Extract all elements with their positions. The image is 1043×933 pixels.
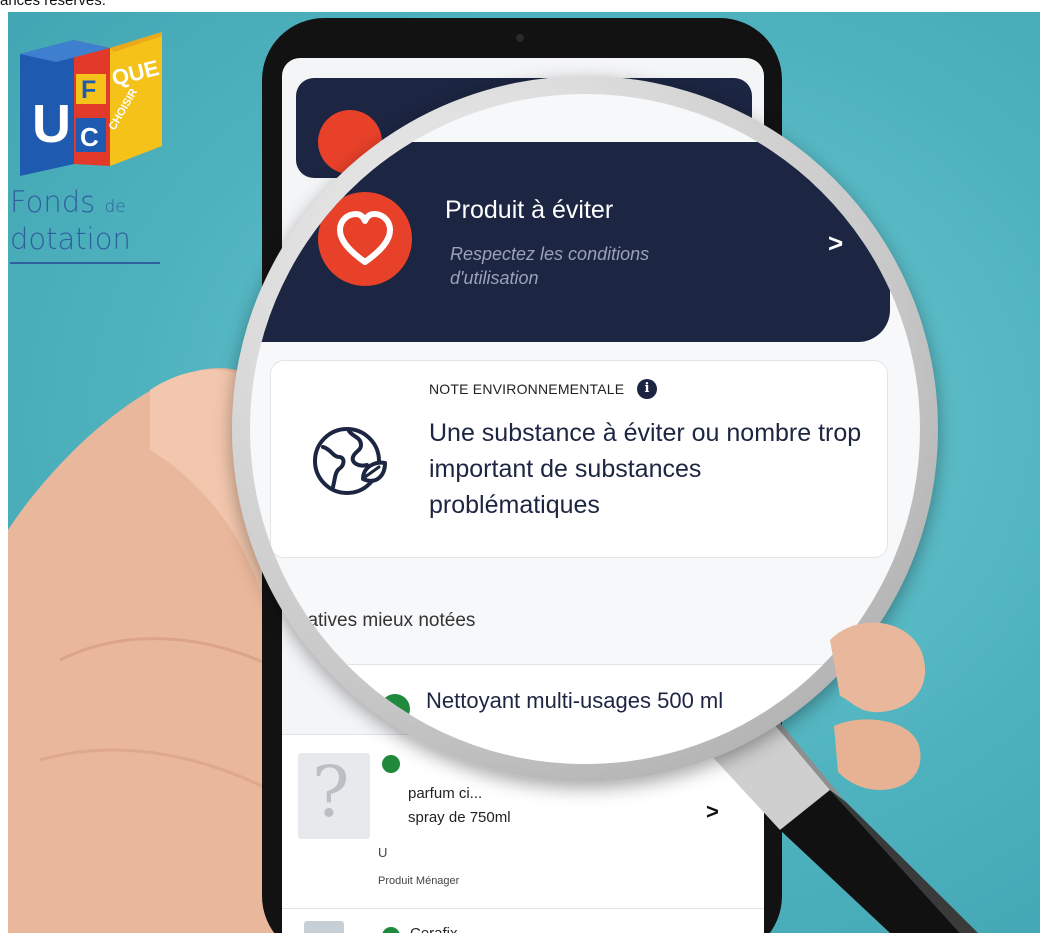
alternative-name-line1: parfum ci... bbox=[408, 785, 483, 802]
logo-underline bbox=[10, 262, 160, 264]
chevron-right-icon[interactable]: > bbox=[828, 228, 843, 259]
logo-fonds: Fonds bbox=[10, 185, 96, 219]
alternative-name-line2: spray de 750ml bbox=[408, 809, 511, 826]
logo-letter-u: U bbox=[32, 94, 71, 154]
alternative-brand: U bbox=[378, 845, 388, 860]
info-icon[interactable]: i bbox=[637, 379, 657, 399]
photo-scene: ances réservés. U F C QUE CHOISIR Fonds … bbox=[0, 0, 1043, 933]
heart-icon bbox=[318, 192, 412, 286]
product-thumbnail bbox=[304, 921, 344, 933]
logo-cube-icon: U F C QUE CHOISIR bbox=[20, 32, 162, 176]
logo-de: de bbox=[104, 197, 126, 217]
ufc-que-choisir-logo: U F C QUE CHOISIR Fonds de dotation bbox=[10, 26, 165, 276]
globe-leaf-icon bbox=[313, 427, 387, 495]
hand-fingers bbox=[830, 622, 926, 790]
top-caption: ances réservés. bbox=[0, 0, 106, 9]
environment-label: NOTE ENVIRONNEMENTALE bbox=[429, 381, 625, 397]
environment-text: Une substance à éviter ou nombre trop im… bbox=[429, 419, 862, 519]
score-dot bbox=[380, 694, 410, 724]
verdict-subtitle: Respectez les conditions d'utilisation bbox=[450, 244, 650, 288]
score-dot bbox=[382, 927, 400, 933]
product-thumbnail bbox=[288, 676, 352, 746]
alternative-category: Produit Ménager bbox=[378, 875, 460, 887]
logo-letter-f: F bbox=[81, 76, 96, 104]
environment-card: NOTE ENVIRONNEMENTALE i Une substance à … bbox=[270, 360, 888, 558]
logo-caption: Fonds de dotation bbox=[10, 186, 160, 255]
product-thumbnail: ? bbox=[298, 751, 370, 839]
verdict-title: Produit à éviter bbox=[445, 196, 614, 224]
logo-dotation: dotation bbox=[10, 222, 131, 256]
phone-earpiece bbox=[516, 34, 524, 42]
alternatives-heading: ernatives mieux notées bbox=[280, 610, 476, 631]
logo-letter-c: C bbox=[80, 122, 99, 152]
alternative-name: Nettoyant multi-usages 500 ml bbox=[426, 688, 724, 713]
alternative-name: Cerafix bbox=[410, 925, 458, 933]
